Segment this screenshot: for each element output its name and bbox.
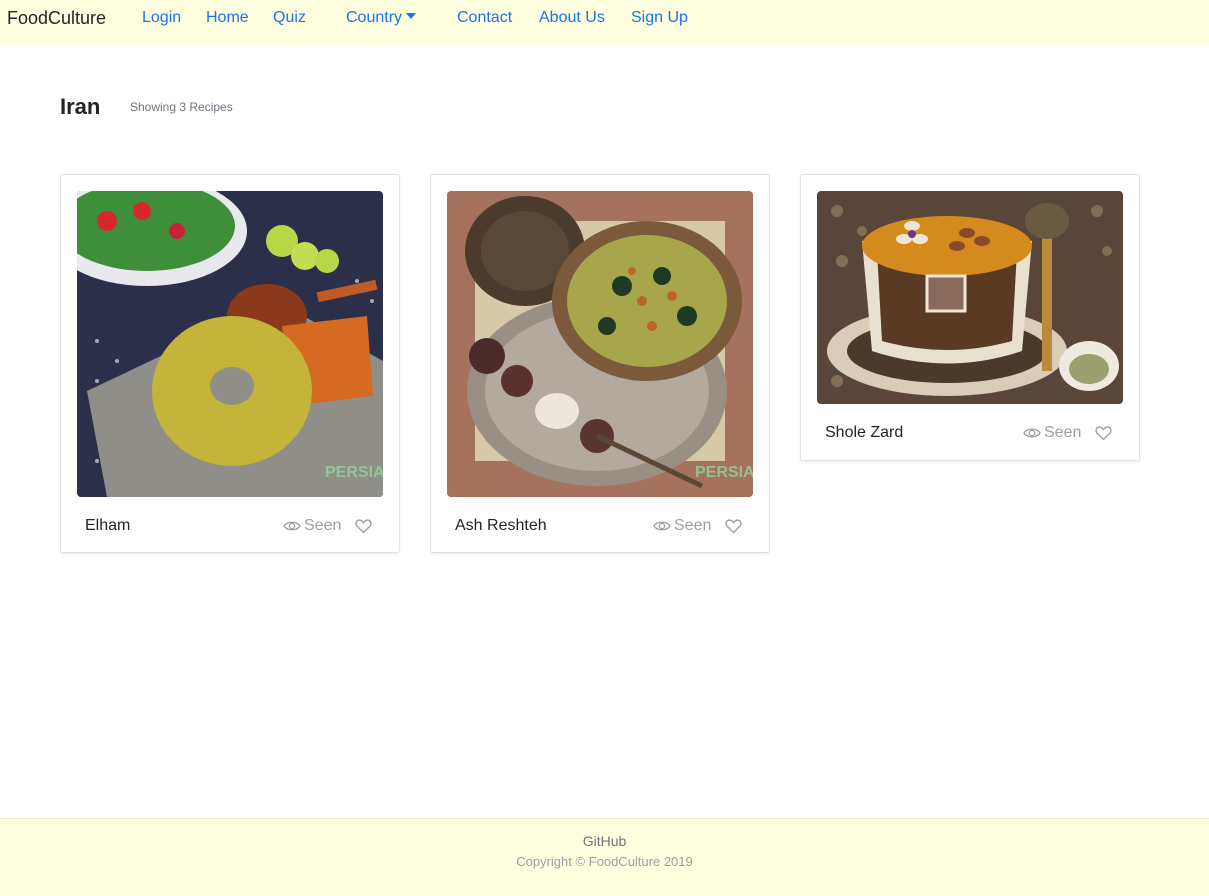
seen-label: Seen bbox=[1044, 424, 1082, 441]
svg-text:PERSIAN: PERSIAN bbox=[325, 464, 383, 481]
eye-icon bbox=[653, 521, 671, 531]
nav-country-label: Country bbox=[346, 9, 403, 26]
recipe-name: Elham bbox=[85, 517, 131, 534]
recipe-card[interactable]: Shole Zard Seen bbox=[800, 174, 1140, 461]
github-link[interactable]: GitHub bbox=[0, 833, 1209, 849]
heart-icon[interactable] bbox=[725, 518, 742, 534]
recipe-name: Shole Zard bbox=[825, 424, 904, 441]
nav-contact-link[interactable]: Contact bbox=[457, 9, 512, 27]
seen-label: Seen bbox=[304, 517, 342, 534]
copyright-text: Copyright © FoodCulture 2019 bbox=[516, 854, 693, 869]
recipe-count: Showing 3 Recipes bbox=[130, 100, 233, 114]
nav-country-dropdown[interactable]: Country bbox=[346, 9, 417, 27]
caret-down-icon bbox=[406, 13, 417, 19]
nav-quiz-link[interactable]: Quiz bbox=[273, 9, 306, 27]
eye-icon bbox=[1023, 428, 1041, 438]
seen-toggle[interactable]: Seen bbox=[1023, 424, 1081, 442]
page-footer: GitHub Copyright © FoodCulture 2019 bbox=[0, 818, 1209, 896]
recipe-image[interactable]: PERSIAN bbox=[447, 191, 753, 497]
brand-logo[interactable]: FoodCulture bbox=[7, 8, 106, 29]
heart-icon[interactable] bbox=[355, 518, 372, 534]
nav-about-link[interactable]: About Us bbox=[539, 9, 605, 27]
heart-icon[interactable] bbox=[1095, 425, 1112, 441]
recipe-card[interactable]: PERSIAN Ash Reshteh Seen bbox=[430, 174, 770, 553]
seen-toggle[interactable]: Seen bbox=[283, 517, 341, 535]
seen-toggle[interactable]: Seen bbox=[653, 517, 711, 535]
nav-login-link[interactable]: Login bbox=[142, 9, 181, 27]
eye-icon bbox=[283, 521, 301, 531]
recipe-name: Ash Reshteh bbox=[455, 517, 547, 534]
recipe-card[interactable]: PERSIAN Elham Seen bbox=[60, 174, 400, 553]
top-navbar: FoodCulture Login Home Quiz Country Cont… bbox=[0, 0, 1209, 45]
recipe-image[interactable] bbox=[817, 191, 1123, 404]
seen-label: Seen bbox=[674, 517, 712, 534]
nav-signup-link[interactable]: Sign Up bbox=[631, 9, 688, 27]
svg-text:PERSIAN: PERSIAN bbox=[695, 464, 753, 481]
nav-home-link[interactable]: Home bbox=[206, 9, 249, 27]
recipe-image[interactable]: PERSIAN bbox=[77, 191, 383, 497]
page-title: Iran bbox=[60, 94, 101, 119]
